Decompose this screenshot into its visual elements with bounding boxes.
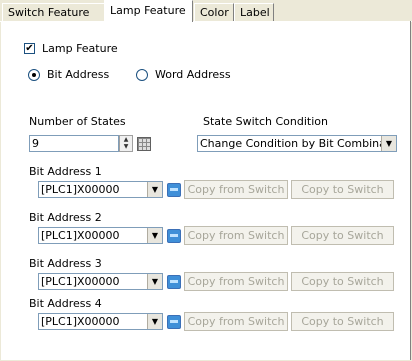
- bit-address-2-label: Bit Address 2: [29, 211, 102, 224]
- tab-color[interactable]: Color: [194, 3, 234, 21]
- bit-address-radio[interactable]: [28, 69, 40, 81]
- chevron-down-icon[interactable]: ▼: [381, 136, 396, 151]
- copy-to-switch-button[interactable]: Copy to Switch: [291, 226, 394, 245]
- address-picker-icon[interactable]: [167, 229, 181, 243]
- chevron-down-icon[interactable]: ▼: [147, 182, 162, 197]
- bit-address-1-select[interactable]: [PLC1]X00000 ▼: [38, 181, 163, 198]
- word-address-radio[interactable]: [136, 69, 148, 81]
- spin-up-icon[interactable]: ▲: [120, 136, 132, 143]
- chevron-down-icon[interactable]: ▼: [147, 228, 162, 243]
- states-spinner[interactable]: ▲ ▼: [119, 135, 133, 152]
- copy-to-switch-button[interactable]: Copy to Switch: [291, 272, 394, 291]
- state-switch-condition-label: State Switch Condition: [203, 115, 328, 128]
- bit-address-3-value: [PLC1]X00000: [41, 275, 120, 288]
- tab-switch-feature[interactable]: Switch Feature: [2, 3, 105, 21]
- number-of-states-input[interactable]: 9: [29, 135, 119, 152]
- copy-from-switch-button[interactable]: Copy from Switch: [184, 312, 288, 331]
- bit-address-4-label: Bit Address 4: [29, 297, 102, 310]
- spin-down-icon[interactable]: ▼: [120, 143, 132, 150]
- address-picker-icon[interactable]: [167, 275, 181, 289]
- bit-address-1-value: [PLC1]X00000: [41, 183, 120, 196]
- address-picker-icon[interactable]: [167, 183, 181, 197]
- bit-address-3-select[interactable]: [PLC1]X00000 ▼: [38, 273, 163, 290]
- lamp-feature-panel: ✔ Lamp Feature Bit Address Word Address …: [1, 21, 411, 360]
- lamp-feature-label: Lamp Feature: [42, 42, 118, 55]
- tab-label[interactable]: Label: [234, 3, 274, 21]
- word-address-radio-label: Word Address: [155, 68, 231, 81]
- copy-to-switch-button[interactable]: Copy to Switch: [291, 180, 394, 199]
- tab-lamp-feature[interactable]: Lamp Feature: [104, 0, 193, 22]
- keypad-icon[interactable]: [137, 137, 151, 151]
- state-switch-condition-value: Change Condition by Bit Combinat: [200, 137, 391, 150]
- bit-address-4-select[interactable]: [PLC1]X00000 ▼: [38, 313, 163, 330]
- copy-from-switch-button[interactable]: Copy from Switch: [184, 272, 288, 291]
- number-of-states-label: Number of States: [29, 115, 126, 128]
- lamp-feature-checkbox[interactable]: ✔: [24, 43, 35, 54]
- bit-address-4-value: [PLC1]X00000: [41, 315, 120, 328]
- chevron-down-icon[interactable]: ▼: [147, 274, 162, 289]
- bit-address-2-select[interactable]: [PLC1]X00000 ▼: [38, 227, 163, 244]
- bit-address-radio-label: Bit Address: [47, 68, 110, 81]
- copy-to-switch-button[interactable]: Copy to Switch: [291, 312, 394, 331]
- tab-bar: Switch Feature Lamp Feature Color Label: [0, 0, 412, 22]
- address-picker-icon[interactable]: [167, 315, 181, 329]
- chevron-down-icon[interactable]: ▼: [147, 314, 162, 329]
- state-switch-condition-select[interactable]: Change Condition by Bit Combinat ▼: [197, 135, 397, 152]
- copy-from-switch-button[interactable]: Copy from Switch: [184, 180, 288, 199]
- bit-address-1-label: Bit Address 1: [29, 165, 102, 178]
- copy-from-switch-button[interactable]: Copy from Switch: [184, 226, 288, 245]
- bit-address-2-value: [PLC1]X00000: [41, 229, 120, 242]
- bit-address-3-label: Bit Address 3: [29, 257, 102, 270]
